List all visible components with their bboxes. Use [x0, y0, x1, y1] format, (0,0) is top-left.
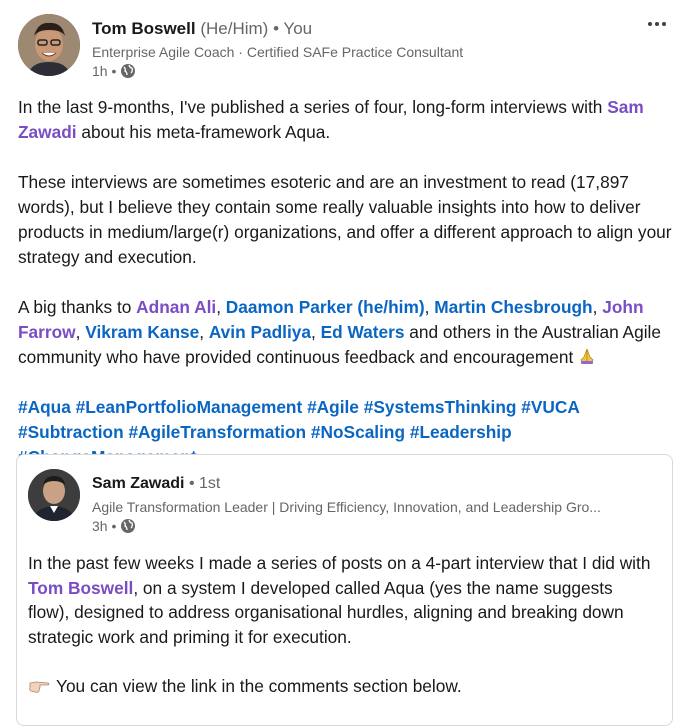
globe-icon	[120, 518, 136, 534]
hashtag-leanportfoliomanagement[interactable]: #LeanPortfolioManagement	[76, 397, 303, 417]
shared-post-time: 3h •	[92, 518, 117, 534]
globe-icon	[120, 63, 136, 79]
shared-author-avatar[interactable]	[28, 469, 80, 521]
shared-author-name[interactable]: Sam Zawadi	[92, 475, 184, 492]
post-time: 1h •	[92, 63, 117, 79]
mention-adnan-ali[interactable]: Adnan Ali	[136, 297, 216, 317]
mention-tom-boswell[interactable]: Tom Boswell	[28, 578, 133, 598]
shared-author-headline: Agile Transformation Leader | Driving Ef…	[92, 499, 601, 515]
folded-hands-emoji	[578, 347, 596, 365]
post-body: In the last 9-months, I've published a s…	[18, 95, 678, 470]
shared-post-card[interactable]: Sam Zawadi • 1st Agile Transformation Le…	[16, 454, 673, 726]
author-pronouns: (He/Him)	[200, 19, 269, 38]
mention-ed-waters[interactable]: Ed Waters	[321, 322, 405, 342]
shared-post-body: In the past few weeks I made a series of…	[28, 551, 658, 723]
post-paragraph-3: A big thanks to Adnan Ali, Daamon Parker…	[18, 297, 661, 367]
author-avatar[interactable]	[18, 14, 80, 76]
feed-post: Tom Boswell (He/Him) • You Enterprise Ag…	[0, 0, 689, 726]
author-relation: • You	[273, 19, 313, 38]
post-timestamp: 1h •	[92, 63, 136, 79]
hashtag-leadership[interactable]: #Leadership	[410, 422, 512, 442]
shared-post-timestamp: 3h •	[92, 518, 136, 534]
hashtag-aqua[interactable]: #Aqua	[18, 397, 71, 417]
pointing-right-emoji	[28, 676, 50, 693]
mention-vikram-kanse[interactable]: Vikram Kanse	[85, 322, 199, 342]
hashtag-vuca[interactable]: #VUCA	[521, 397, 580, 417]
author-name[interactable]: Tom Boswell	[92, 19, 196, 38]
more-options-icon[interactable]	[646, 17, 668, 31]
shared-paragraph-2: You can view the link in the comments se…	[28, 674, 658, 699]
hashtag-noscaling[interactable]: #NoScaling	[311, 422, 405, 442]
connection-degree: • 1st	[188, 475, 221, 492]
shared-paragraph-1: In the past few weeks I made a series of…	[28, 553, 651, 647]
hashtag-systemsthinking[interactable]: #SystemsThinking	[364, 397, 517, 417]
mention-daamon-parker[interactable]: Daamon Parker (he/him)	[226, 297, 425, 317]
mention-avin-padliya[interactable]: Avin Padliya	[209, 322, 311, 342]
post-paragraph-2: These interviews are sometimes esoteric …	[18, 172, 672, 267]
post-paragraph-1: In the last 9-months, I've published a s…	[18, 97, 644, 142]
shared-author-name-line: Sam Zawadi • 1st	[92, 475, 220, 493]
hashtag-agiletransformation[interactable]: #AgileTransformation	[128, 422, 306, 442]
author-headline: Enterprise Agile Coach · Certified SAFe …	[92, 44, 464, 60]
hashtag-subtraction[interactable]: #Subtraction	[18, 422, 124, 442]
author-name-line: Tom Boswell (He/Him) • You	[92, 19, 312, 39]
mention-martin-chesbrough[interactable]: Martin Chesbrough	[434, 297, 592, 317]
hashtag-agile[interactable]: #Agile	[307, 397, 359, 417]
